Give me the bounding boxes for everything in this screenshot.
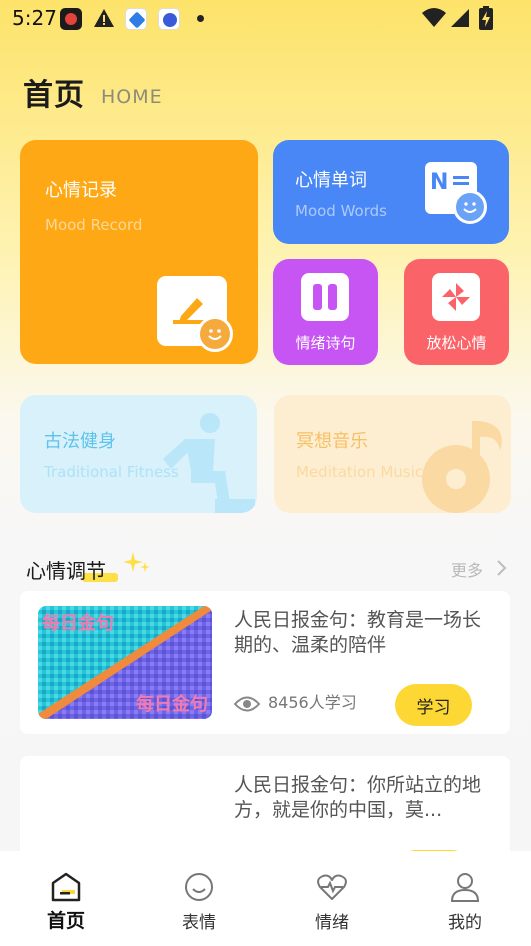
mood-record-title: 心情记录 [45,180,117,201]
smile-icon [453,190,487,224]
app-notification-icon [60,8,82,30]
bottom-nav: 首页 表情 情绪 我的 [0,851,531,946]
tab-emotion-label: 情绪 [315,913,349,933]
traditional-fitness-subtitle: Traditional Fitness [44,463,179,481]
relax-mood-title: 放松心情 [426,334,487,352]
traditional-fitness-card[interactable]: 古法健身 Traditional Fitness [20,395,257,513]
emotion-poems-card[interactable]: 情绪诗句 [273,259,378,365]
tab-emotion[interactable]: 情绪 [266,851,398,946]
warning-icon [94,9,114,27]
meditation-music-card[interactable]: 冥想音乐 Meditation Music [274,395,511,513]
smile-icon [197,316,233,352]
mood-words-card[interactable]: 心情单词 Mood Words N [273,140,509,244]
status-time: 5:27 [12,6,57,30]
app-notification-icon [158,8,180,30]
tab-emoji[interactable]: 表情 [133,851,265,946]
daily-quote-thumbnail: 每日金句 每日金句 [38,606,212,719]
status-bar: 5:27 [0,0,531,38]
emotion-poems-title: 情绪诗句 [295,334,356,352]
meditation-music-title: 冥想音乐 [296,431,368,452]
mood-record-subtitle: Mood Record [45,216,143,234]
meditation-music-subtitle: Meditation Music [296,463,424,481]
mood-words-subtitle: Mood Words [295,202,387,220]
wifi-icon [422,8,446,27]
mood-record-card[interactable]: 心情记录 Mood Record [20,140,258,364]
more-link[interactable]: 更多 [451,557,483,581]
view-count-text: 8456人学习 [268,693,357,712]
battery-charging-icon [479,6,493,30]
home-icon [51,872,81,902]
item-title: 人民日报金句：你所站立的地方，就是你的中国，莫... [234,774,482,821]
heart-pulse-icon [317,874,347,900]
list-item[interactable]: 每日金句 每日金句 人民日报金句：教育是一场长期的、温柔的陪伴 8456人学习 … [20,591,510,734]
relax-mood-card[interactable]: 放松心情 [404,259,509,365]
pinwheel-icon [432,273,480,321]
tab-profile-label: 我的 [448,913,482,933]
signal-icon [451,9,469,27]
eye-icon [234,696,260,711]
item-title: 人民日报金句：教育是一场长期的、温柔的陪伴 [234,609,482,656]
smile-icon [185,873,213,901]
page-subtitle: HOME [101,86,163,108]
scroll-icon [301,273,349,321]
tab-profile[interactable]: 我的 [399,851,531,946]
thumb-label-top: 每日金句 [42,613,114,634]
thumb-label-bottom: 每日金句 [136,694,208,715]
section-title: 心情调节 [26,559,106,583]
notebook-icon: N [425,162,487,224]
user-icon [450,873,480,902]
music-note-icon [422,421,502,513]
mood-words-title: 心情单词 [295,170,367,191]
traditional-fitness-title: 古法健身 [44,431,116,452]
view-count: 8456人学习 [234,689,357,713]
app-notification-icon [125,8,147,30]
sparkle-icon [124,552,150,572]
edit-note-icon [157,276,233,352]
tab-home[interactable]: 首页 [0,851,132,946]
page-title: 首页 [23,78,85,113]
list-item[interactable]: 人民日报金句：你所站立的地方，就是你的中国，莫... [20,756,510,866]
learn-button[interactable]: 学习 [395,684,472,726]
tab-home-label: 首页 [46,910,85,932]
fitness-figure-icon [163,413,255,513]
chevron-right-icon[interactable] [496,559,508,577]
tab-emoji-label: 表情 [182,913,216,933]
more-notifications-dot-icon [197,15,204,22]
